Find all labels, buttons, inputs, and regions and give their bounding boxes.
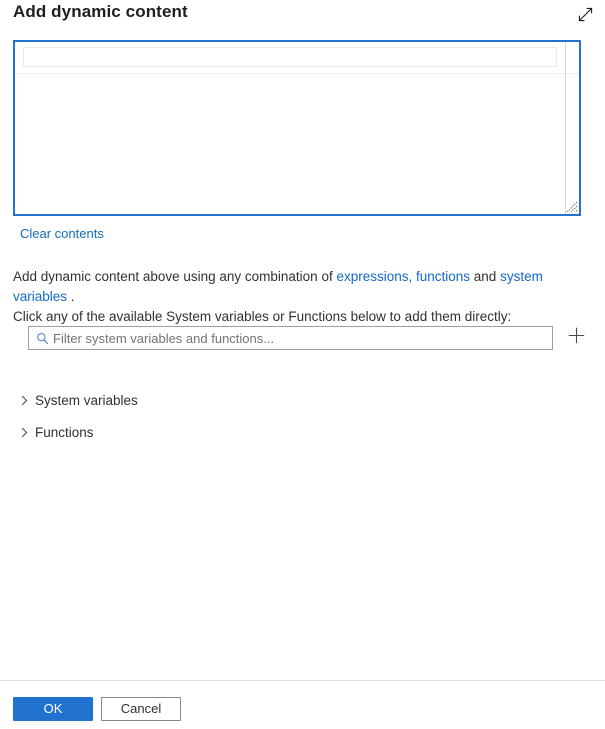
expand-diagonal-icon bbox=[577, 6, 594, 23]
dynamic-content-editor[interactable] bbox=[13, 40, 581, 216]
tree-item-label: Functions bbox=[35, 424, 94, 440]
tree-item-system-variables[interactable]: System variables bbox=[13, 389, 583, 411]
add-dynamic-content-button[interactable] bbox=[564, 325, 588, 351]
dynamic-content-textarea[interactable] bbox=[15, 42, 579, 214]
expand-panel-button[interactable] bbox=[574, 3, 596, 25]
description-text: Add dynamic content above using any comb… bbox=[13, 267, 593, 327]
page-title: Add dynamic content bbox=[13, 2, 188, 21]
ok-button[interactable]: OK bbox=[13, 697, 93, 721]
cancel-button[interactable]: Cancel bbox=[101, 697, 181, 721]
description-line1-suffix: . bbox=[67, 289, 75, 304]
plus-icon bbox=[567, 326, 586, 350]
chevron-right-icon bbox=[13, 395, 35, 406]
chevron-right-icon bbox=[13, 427, 35, 438]
filter-row bbox=[28, 326, 584, 350]
tree-item-functions[interactable]: Functions bbox=[13, 421, 583, 443]
filter-input[interactable] bbox=[53, 328, 552, 348]
search-icon bbox=[29, 332, 53, 345]
filter-box[interactable] bbox=[28, 326, 553, 350]
dynamic-content-tree: System variables Functions bbox=[13, 389, 583, 453]
panel-header: Add dynamic content bbox=[0, 0, 605, 32]
footer-divider bbox=[0, 680, 605, 681]
footer-actions: OK Cancel bbox=[13, 697, 181, 721]
description-line2: Click any of the available System variab… bbox=[13, 309, 512, 324]
description-line1-prefix: Add dynamic content above using any comb… bbox=[13, 269, 337, 284]
tree-item-label: System variables bbox=[35, 392, 138, 408]
clear-contents-link[interactable]: Clear contents bbox=[20, 226, 104, 241]
expressions-functions-link[interactable]: expressions, functions bbox=[336, 269, 470, 284]
description-line1-middle: and bbox=[470, 269, 501, 284]
